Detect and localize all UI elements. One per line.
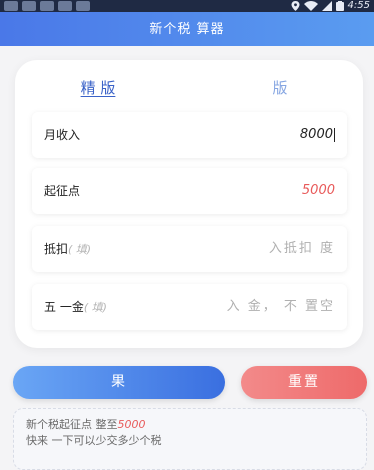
- optional-hint: ( 填): [83, 301, 107, 314]
- notice-text: 新个税起征点 整至: [26, 418, 118, 431]
- threshold-label: 起征点: [44, 184, 81, 198]
- status-bar: 4:55: [0, 0, 374, 12]
- battery-icon: [335, 1, 344, 11]
- notification-icons: [4, 1, 90, 11]
- location-icon: [291, 1, 300, 11]
- income-field[interactable]: 月收入 8000: [32, 112, 347, 158]
- deduction-input[interactable]: 入抵扣 度: [269, 226, 335, 272]
- threshold-field[interactable]: 起征点 5000: [32, 168, 347, 214]
- income-label: 月收入: [44, 128, 81, 142]
- info-notice: 新个税起征点 整至5000 快来 一下可以少交多少个税: [13, 408, 367, 470]
- status-time: 4:55: [347, 0, 370, 11]
- calculate-button[interactable]: 果: [13, 366, 225, 399]
- status-right: 4:55: [291, 0, 370, 12]
- notice-line-1: 新个税起征点 整至5000: [26, 417, 146, 433]
- page-title: 新个税 算器: [149, 22, 225, 37]
- notice-line-2: 快来 一下可以少交多少个税: [26, 434, 162, 447]
- optional-hint: ( 填): [68, 243, 92, 256]
- notice-threshold-value: 5000: [117, 418, 146, 431]
- insurance-label-text: 五 一金: [44, 300, 84, 314]
- reset-button[interactable]: 重置: [241, 366, 367, 399]
- income-input[interactable]: 8000: [300, 112, 335, 158]
- notification-icon: [4, 1, 18, 11]
- wifi-icon: [303, 1, 318, 11]
- insurance-input[interactable]: 入 金， 不 置空: [227, 284, 335, 330]
- deduction-label: 抵扣( 填): [44, 226, 91, 273]
- tab-detailed[interactable]: 精 版: [43, 76, 153, 100]
- notification-icon: [58, 1, 72, 11]
- insurance-field[interactable]: 五 一金( 填) 入 金， 不 置空: [32, 284, 347, 330]
- threshold-value[interactable]: 5000: [302, 168, 335, 214]
- notification-icon: [40, 1, 54, 11]
- deduction-field[interactable]: 抵扣( 填) 入抵扣 度: [32, 226, 347, 272]
- text-cursor: [334, 127, 335, 142]
- income-value: 8000: [299, 127, 333, 142]
- signal-icon: [321, 1, 332, 11]
- app-header: 4:55 新个税 算器: [0, 0, 374, 46]
- calculator-card: 精 版 版 月收入 8000 起征点 5000 抵扣( 填) 入抵扣 度 五 一…: [15, 60, 363, 348]
- notification-icon: [76, 1, 90, 11]
- insurance-label: 五 一金( 填): [44, 284, 107, 331]
- deduction-label-text: 抵扣: [44, 242, 69, 256]
- notification-icon: [22, 1, 36, 11]
- tab-simple[interactable]: 版: [225, 76, 335, 100]
